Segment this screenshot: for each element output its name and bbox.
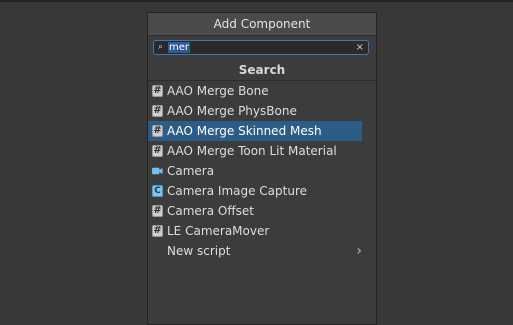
list-item-label: AAO Merge Skinned Mesh — [167, 124, 322, 138]
list-item-label: AAO Merge Toon Lit Material — [167, 144, 337, 158]
list-item-label: New script — [167, 244, 231, 258]
list-item-camera[interactable]: Camera — [148, 161, 376, 181]
top-border-line — [0, 0, 513, 2]
list-scroll-area — [368, 103, 376, 313]
list-item-label: AAO Merge Bone — [167, 84, 269, 98]
list-item-aao-merge-bone[interactable]: # AAO Merge Bone — [148, 81, 376, 101]
component-list: # AAO Merge Bone # AAO Merge PhysBone # … — [148, 81, 376, 261]
hash-script-icon: # — [152, 205, 163, 217]
search-section-title: Search — [148, 60, 376, 81]
list-item-new-script[interactable]: New script › — [148, 241, 376, 261]
list-item-le-cameramover[interactable]: # LE CameraMover — [148, 221, 376, 241]
chevron-right-icon: › — [356, 243, 362, 259]
camera-capture-icon: C — [152, 185, 163, 197]
add-component-panel: Add Component ⌕ mer × Search # AAO Merge… — [147, 12, 377, 325]
hash-script-icon: # — [152, 145, 163, 157]
hash-script-icon: # — [152, 105, 163, 117]
hash-script-icon: # — [152, 125, 163, 137]
hash-script-icon: # — [152, 225, 163, 237]
camera-icon — [152, 165, 163, 177]
list-item-camera-offset[interactable]: # Camera Offset — [148, 201, 376, 221]
search-icon: ⌕ — [158, 42, 164, 52]
list-item-label: Camera — [167, 164, 215, 178]
search-input[interactable]: ⌕ mer × — [153, 40, 369, 55]
panel-title: Add Component — [148, 13, 376, 36]
list-item-aao-merge-physbone[interactable]: # AAO Merge PhysBone — [148, 101, 376, 121]
list-item-aao-merge-toon-lit-material[interactable]: # AAO Merge Toon Lit Material — [148, 141, 376, 161]
list-item-label: AAO Merge PhysBone — [167, 104, 297, 118]
list-item-label: LE CameraMover — [167, 224, 270, 238]
list-item-label: Camera Offset — [167, 204, 254, 218]
search-input-value: mer — [168, 42, 191, 53]
list-item-aao-merge-skinned-mesh[interactable]: # AAO Merge Skinned Mesh — [148, 121, 362, 141]
close-icon[interactable]: × — [356, 41, 364, 54]
hash-script-icon: # — [152, 85, 163, 97]
list-item-camera-image-capture[interactable]: C Camera Image Capture — [148, 181, 376, 201]
search-row: ⌕ mer × — [148, 36, 376, 60]
list-item-label: Camera Image Capture — [167, 184, 308, 198]
